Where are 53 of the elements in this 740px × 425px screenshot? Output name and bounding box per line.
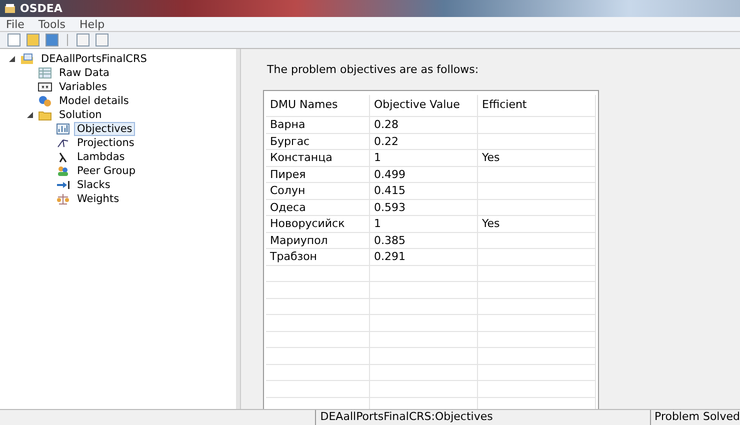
scale-icon: [56, 193, 70, 205]
tree-item[interactable]: DEAallPortsFinalCRS: [38, 52, 150, 66]
table-cell: Одеса: [266, 200, 370, 215]
tree-item[interactable]: Objectives: [74, 122, 136, 136]
tree-item[interactable]: Projections: [74, 136, 138, 150]
table-cell: Бургас: [266, 134, 370, 149]
table-cell: Мариупол: [266, 232, 370, 248]
table-cell: Пирея: [266, 166, 370, 182]
tree-item[interactable]: Peer Group: [74, 164, 138, 178]
folder-icon: [38, 109, 52, 121]
table-cell: 0.28: [370, 117, 478, 132]
tree-item[interactable]: Solution: [56, 108, 105, 122]
menu-item[interactable]: Tools: [36, 18, 68, 30]
column-header: DMU Names: [266, 95, 370, 116]
menu-item[interactable]: Help: [78, 18, 107, 30]
table-cell: 0.593: [370, 200, 478, 215]
table-cell: 0.385: [370, 232, 478, 248]
table-cell: Констанца: [266, 150, 370, 166]
tree-item[interactable]: Model details: [56, 94, 132, 108]
expander-triangle-icon[interactable]: [8, 55, 16, 63]
variables-icon: [38, 81, 52, 93]
table-cell: Варна: [266, 117, 370, 132]
tree-item[interactable]: Raw Data: [56, 66, 112, 80]
table-icon: [38, 67, 52, 79]
table-cell: 1: [370, 150, 478, 166]
status-text: Problem Solved: [650, 410, 740, 425]
app-icon: [4, 3, 16, 14]
tree-item[interactable]: Lambdas: [74, 150, 128, 164]
table-cell: 1: [370, 216, 478, 232]
table-cell: 0.499: [370, 166, 478, 182]
heading-text: The problem objectives are as follows:: [267, 63, 480, 76]
table-cell: 0.291: [370, 249, 478, 264]
table-cell: Трабзон: [266, 249, 370, 264]
table-cell: Yes: [478, 216, 596, 232]
people-icon: [56, 165, 70, 177]
column-header: Objective Value: [370, 95, 478, 116]
table-cell: 0.415: [370, 183, 478, 198]
status-text: DEAallPortsFinalCRS:Objectives: [315, 410, 650, 425]
expander-triangle-icon[interactable]: [26, 111, 34, 119]
table-cell: 0.22: [370, 134, 478, 149]
tree-item[interactable]: Variables: [56, 80, 110, 94]
project-folder-icon: [20, 53, 34, 65]
table-cell: Новорусийск: [266, 216, 370, 232]
tree-item[interactable]: Slacks: [74, 178, 114, 192]
arrows-icon: [56, 137, 70, 149]
menu-item[interactable]: File: [4, 18, 26, 30]
arrow-bar-icon: [56, 179, 70, 191]
chart-icon: [56, 123, 70, 135]
table-cell: Солун: [266, 183, 370, 198]
window-title: OSDEA: [20, 2, 62, 15]
table-cell: Yes: [478, 150, 596, 166]
tree-item[interactable]: Weights: [74, 192, 122, 206]
column-header: Efficient: [478, 95, 596, 116]
